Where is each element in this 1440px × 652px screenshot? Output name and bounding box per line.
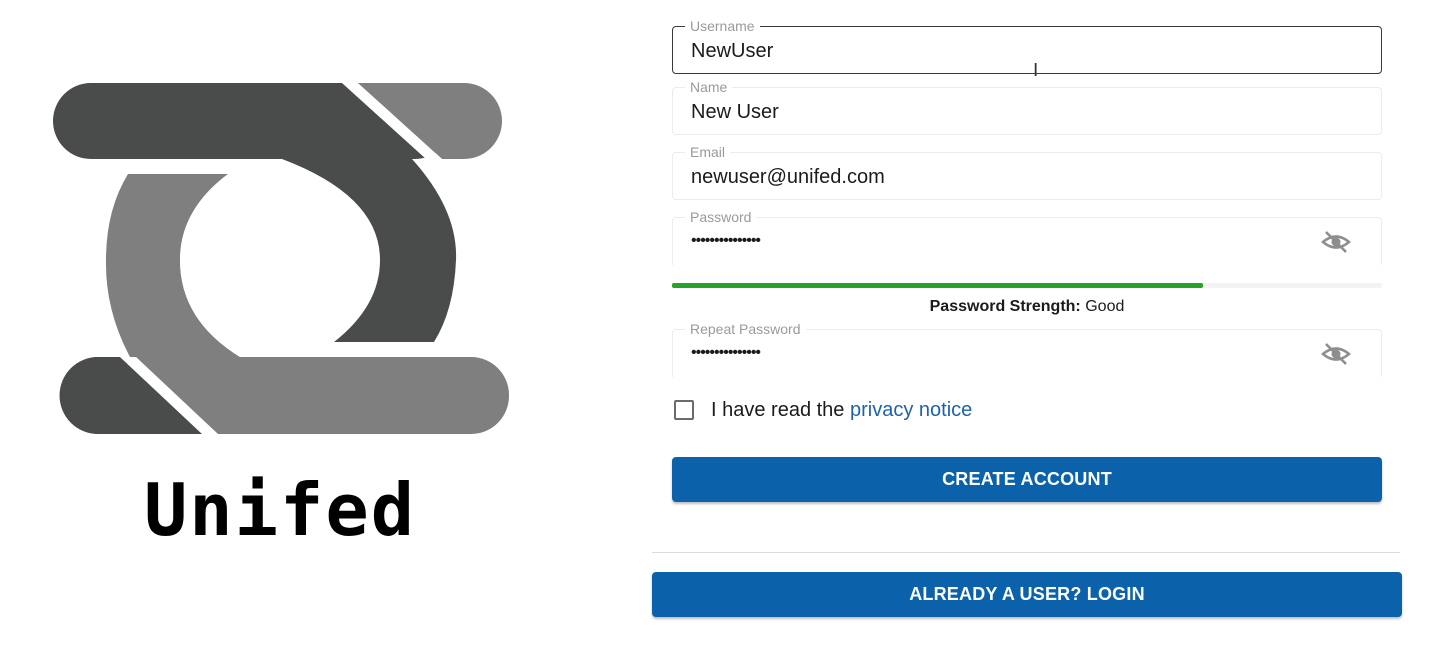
password-strength-label: Password Strength: bbox=[929, 298, 1081, 315]
unifed-logo-icon bbox=[53, 83, 509, 434]
privacy-text-prefix: I have read the bbox=[711, 398, 845, 421]
repeat-password-label: Repeat Password bbox=[685, 320, 806, 338]
text-cursor-icon: I bbox=[1033, 60, 1039, 81]
email-label: Email bbox=[685, 143, 731, 161]
name-value: New User bbox=[691, 101, 779, 123]
password-strength-fill bbox=[672, 283, 1204, 288]
password-strength-text: Password Strength: Good bbox=[672, 298, 1382, 316]
login-button[interactable]: ALREADY A USER? LOGIN bbox=[652, 572, 1402, 617]
eye-off-icon[interactable] bbox=[1321, 230, 1351, 254]
brand-name: Unifed bbox=[143, 468, 417, 552]
username-field[interactable]: Username NewUser bbox=[672, 17, 1382, 74]
password-strength-value: Good bbox=[1085, 298, 1125, 315]
privacy-checkbox[interactable] bbox=[674, 400, 694, 420]
username-value: NewUser bbox=[691, 40, 774, 62]
repeat-password-value: ••••••••••••••• bbox=[691, 344, 761, 361]
create-account-button[interactable]: CREATE ACCOUNT bbox=[672, 457, 1382, 502]
password-value: ••••••••••••••• bbox=[691, 232, 761, 249]
privacy-notice-link[interactable]: privacy notice bbox=[850, 399, 972, 421]
username-label: Username bbox=[685, 17, 760, 35]
repeat-password-field[interactable]: Repeat Password ••••••••••••••• bbox=[672, 320, 1382, 377]
password-label: Password bbox=[685, 208, 757, 226]
password-strength-bar bbox=[672, 283, 1382, 288]
eye-off-icon[interactable] bbox=[1321, 342, 1351, 366]
privacy-text: I have read the privacy notice bbox=[711, 399, 972, 422]
logo-panel: Unifed bbox=[0, 0, 600, 652]
name-label: Name bbox=[685, 78, 733, 96]
name-field[interactable]: Name New User bbox=[672, 78, 1382, 135]
password-field[interactable]: Password ••••••••••••••• bbox=[672, 208, 1382, 265]
email-field[interactable]: Email newuser@unifed.com bbox=[672, 143, 1382, 200]
divider bbox=[652, 552, 1400, 553]
email-value: newuser@unifed.com bbox=[691, 166, 885, 188]
privacy-row: I have read the privacy notice bbox=[674, 398, 972, 422]
